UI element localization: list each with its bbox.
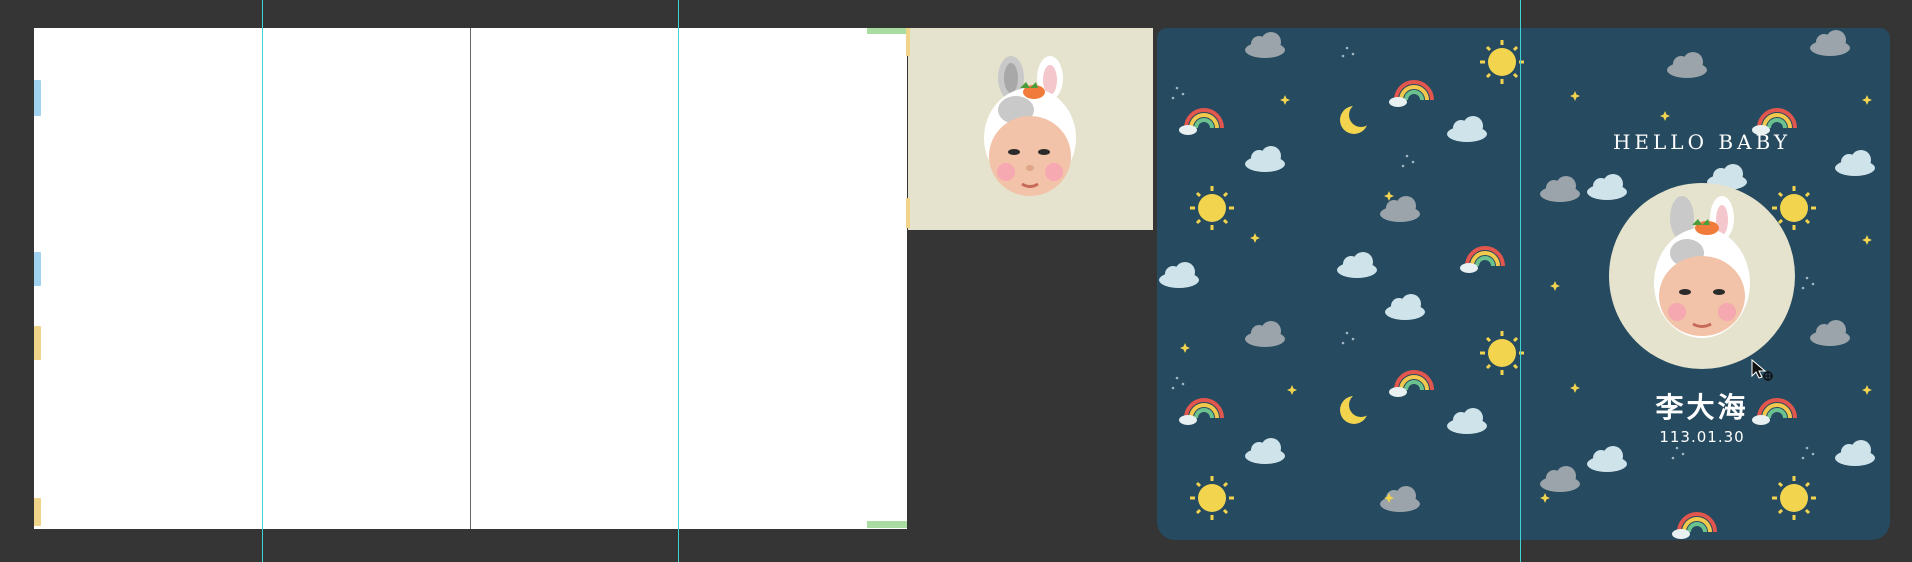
- move-cursor-icon: [1750, 358, 1774, 386]
- cover-date: 113.01.30: [1659, 428, 1745, 446]
- page-marker-bottom: [867, 521, 907, 528]
- page-tab-2[interactable]: [34, 252, 41, 286]
- photo-marker-bottom: [906, 198, 910, 228]
- spread-fold-line: [470, 28, 471, 529]
- page-marker-top: [867, 28, 907, 34]
- cover-baby-name: 李大海: [1655, 391, 1749, 424]
- baby-photo-frame[interactable]: [908, 28, 1153, 230]
- cover-title: HELLO BABY: [1612, 130, 1792, 154]
- page-tab-3[interactable]: [34, 326, 41, 360]
- photo-marker-top: [906, 28, 910, 56]
- guide-line-2[interactable]: [678, 0, 679, 562]
- page-tab-1[interactable]: [34, 80, 41, 116]
- cover-pattern: [1159, 30, 1875, 540]
- guide-line-1[interactable]: [262, 0, 263, 562]
- book-cover[interactable]: [1157, 28, 1890, 540]
- baby-photo-image: [984, 56, 1076, 196]
- page-tab-4[interactable]: [34, 498, 41, 526]
- guide-line-3[interactable]: [1520, 0, 1521, 562]
